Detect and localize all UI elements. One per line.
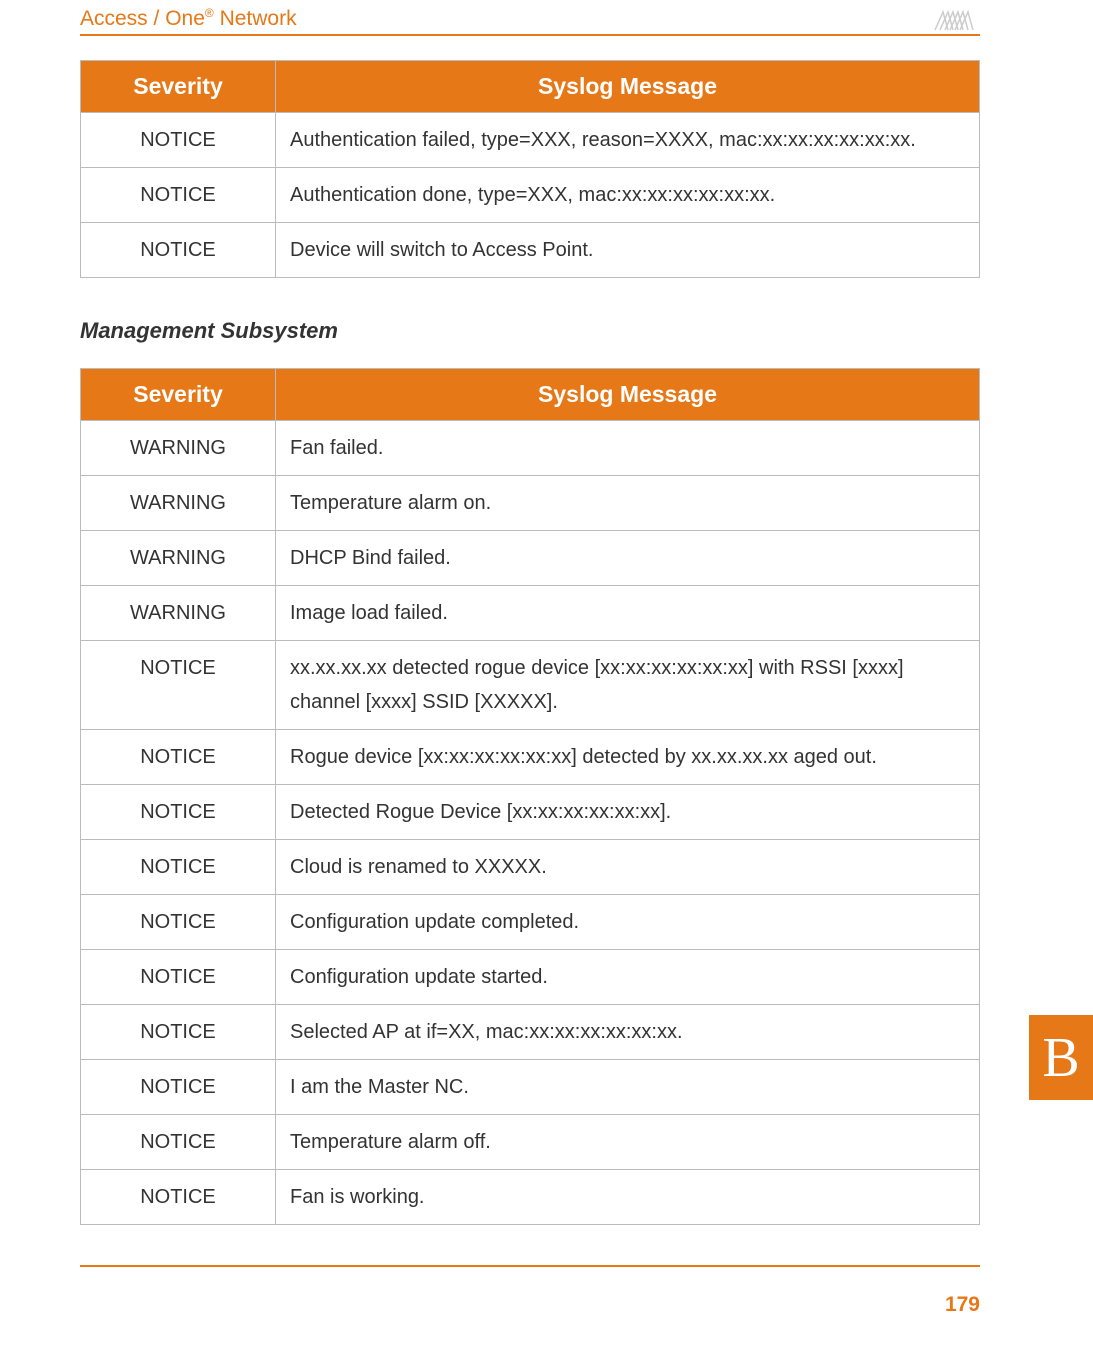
cell-severity: WARNING xyxy=(81,476,276,531)
cell-severity: WARNING xyxy=(81,586,276,641)
table-row: NOTICESelected AP at if=XX, mac:xx:xx:xx… xyxy=(81,1005,980,1060)
cell-severity: NOTICE xyxy=(81,168,276,223)
cell-message: Fan failed. xyxy=(276,421,980,476)
cell-severity: WARNING xyxy=(81,421,276,476)
table-row: NOTICERogue device [xx:xx:xx:xx:xx:xx] d… xyxy=(81,730,980,785)
cell-severity: NOTICE xyxy=(81,1005,276,1060)
col-message: Syslog Message xyxy=(276,61,980,113)
table-header-row: Severity Syslog Message xyxy=(81,61,980,113)
cell-severity: NOTICE xyxy=(81,785,276,840)
cell-message: DHCP Bind failed. xyxy=(276,531,980,586)
cell-severity: NOTICE xyxy=(81,641,276,730)
title-prefix: Access / One xyxy=(80,7,205,30)
cell-severity: WARNING xyxy=(81,531,276,586)
brand-logo-icon xyxy=(930,6,980,32)
cell-message: Authentication failed, type=XXX, reason=… xyxy=(276,113,980,168)
cell-message: Temperature alarm on. xyxy=(276,476,980,531)
table-row: WARNINGImage load failed. xyxy=(81,586,980,641)
cell-severity: NOTICE xyxy=(81,113,276,168)
col-severity: Severity xyxy=(81,61,276,113)
syslog-table-2: Severity Syslog Message WARNINGFan faile… xyxy=(80,368,980,1225)
table-row: NOTICEConfiguration update started. xyxy=(81,950,980,1005)
table-row: WARNINGFan failed. xyxy=(81,421,980,476)
table-row: NOTICETemperature alarm off. xyxy=(81,1115,980,1170)
table-row: NOTICEDetected Rogue Device [xx:xx:xx:xx… xyxy=(81,785,980,840)
cell-message: Device will switch to Access Point. xyxy=(276,223,980,278)
table-header-row: Severity Syslog Message xyxy=(81,369,980,421)
section-tab: B xyxy=(1029,1015,1093,1100)
cell-message: Fan is working. xyxy=(276,1170,980,1225)
title-reg: ® xyxy=(205,6,214,20)
table-row: WARNINGDHCP Bind failed. xyxy=(81,531,980,586)
cell-message: Temperature alarm off. xyxy=(276,1115,980,1170)
cell-message: xx.xx.xx.xx detected rogue device [xx:xx… xyxy=(276,641,980,730)
table-row: NOTICEFan is working. xyxy=(81,1170,980,1225)
cell-severity: NOTICE xyxy=(81,1170,276,1225)
table-row: NOTICECloud is renamed to XXXXX. xyxy=(81,840,980,895)
syslog-table-1: Severity Syslog Message NOTICE Authentic… xyxy=(80,60,980,278)
cell-message: Selected AP at if=XX, mac:xx:xx:xx:xx:xx… xyxy=(276,1005,980,1060)
col-severity: Severity xyxy=(81,369,276,421)
header-title: Access / One® Network xyxy=(80,6,297,31)
cell-message: Rogue device [xx:xx:xx:xx:xx:xx] detecte… xyxy=(276,730,980,785)
cell-message: Detected Rogue Device [xx:xx:xx:xx:xx:xx… xyxy=(276,785,980,840)
table-row: NOTICE Device will switch to Access Poin… xyxy=(81,223,980,278)
cell-message: Cloud is renamed to XXXXX. xyxy=(276,840,980,895)
cell-severity: NOTICE xyxy=(81,840,276,895)
title-suffix: Network xyxy=(214,7,297,30)
cell-severity: NOTICE xyxy=(81,730,276,785)
table-row: NOTICEI am the Master NC. xyxy=(81,1060,980,1115)
table-row: NOTICExx.xx.xx.xx detected rogue device … xyxy=(81,641,980,730)
cell-message: I am the Master NC. xyxy=(276,1060,980,1115)
section-heading: Management Subsystem xyxy=(80,318,980,344)
cell-message: Configuration update completed. xyxy=(276,895,980,950)
cell-message: Configuration update started. xyxy=(276,950,980,1005)
table-row: NOTICE Authentication failed, type=XXX, … xyxy=(81,113,980,168)
table-row: NOTICE Authentication done, type=XXX, ma… xyxy=(81,168,980,223)
cell-severity: NOTICE xyxy=(81,950,276,1005)
table-row: NOTICEConfiguration update completed. xyxy=(81,895,980,950)
page-number: 179 xyxy=(80,1267,980,1317)
cell-message: Image load failed. xyxy=(276,586,980,641)
cell-message: Authentication done, type=XXX, mac:xx:xx… xyxy=(276,168,980,223)
table-row: WARNINGTemperature alarm on. xyxy=(81,476,980,531)
cell-severity: NOTICE xyxy=(81,895,276,950)
cell-severity: NOTICE xyxy=(81,223,276,278)
col-message: Syslog Message xyxy=(276,369,980,421)
cell-severity: NOTICE xyxy=(81,1115,276,1170)
page-header: Access / One® Network xyxy=(80,0,980,36)
cell-severity: NOTICE xyxy=(81,1060,276,1115)
